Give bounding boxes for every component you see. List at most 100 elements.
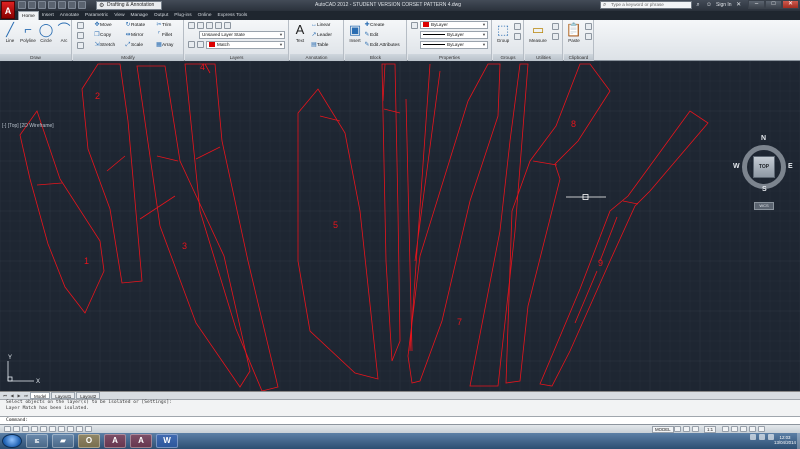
clipboard-panel-title[interactable]: Clipboard <box>564 54 593 61</box>
model-toggle[interactable]: MODEL <box>652 426 674 433</box>
isolate-objects-icon[interactable] <box>749 426 756 432</box>
qp-icon[interactable] <box>85 426 92 432</box>
taskbar-explorer[interactable]: ▰ <box>52 434 74 448</box>
lineweight-icon[interactable] <box>76 426 83 432</box>
leader-button[interactable]: ↗Leader <box>311 31 331 39</box>
group-button[interactable]: ⬚ Group <box>494 22 512 43</box>
linear-dim-button[interactable]: ↔Linear <box>311 21 330 29</box>
polar-icon[interactable] <box>31 426 38 432</box>
viewcube[interactable]: TOP N S E W <box>733 135 793 195</box>
tab-online[interactable]: Online <box>195 11 215 20</box>
create-block-button[interactable]: ✚Create <box>364 21 384 29</box>
cut-icon[interactable] <box>585 23 592 30</box>
save-icon[interactable] <box>38 1 46 9</box>
stretch-button[interactable]: ⇲Stretch <box>94 41 115 49</box>
copy-button[interactable]: ❐Copy <box>94 31 111 39</box>
sun-icon[interactable] <box>206 22 213 29</box>
linetype-dropdown[interactable]: ByLayer ▼ <box>420 41 488 49</box>
pattern-piece-7[interactable] <box>407 63 501 384</box>
edit-block-button[interactable]: ✎Edit <box>364 31 378 39</box>
array-button[interactable]: ▦Array <box>156 41 173 49</box>
pattern-piece-7b[interactable] <box>469 63 529 387</box>
taskbar-autocad-2[interactable]: A <box>130 434 152 448</box>
lineweight-dropdown[interactable]: ByLayer ▼ <box>420 31 488 39</box>
erase-icon[interactable] <box>77 22 84 29</box>
compass-west[interactable]: W <box>733 163 740 170</box>
insert-button[interactable]: ▣ Insert <box>346 22 364 43</box>
application-menu-button[interactable]: A <box>1 1 15 19</box>
tab-plug-ins[interactable]: Plug-ins <box>171 11 194 20</box>
pattern-piece-3[interactable] <box>136 65 251 388</box>
clean-screen-icon[interactable] <box>758 426 765 432</box>
start-button[interactable] <box>2 434 22 448</box>
polyline-button[interactable]: ⌐ Polyline <box>19 22 37 43</box>
search-input[interactable]: ⌕ Type a keyword or phrase <box>600 1 692 9</box>
measure-button[interactable]: ▭ Measure <box>527 22 549 43</box>
tab-layout1[interactable]: Layout1 <box>51 392 76 399</box>
annotation-visibility-icon[interactable] <box>722 426 729 432</box>
taskbar-autocad-1[interactable]: A <box>104 434 126 448</box>
drawing-canvas[interactable]: 1 2 3 4 5 7 8 9 Y X [-] [Top] [2D Wireframe] TO… <box>0 61 800 391</box>
offset-icon[interactable] <box>77 42 84 49</box>
network-icon[interactable] <box>750 434 756 440</box>
arc-button[interactable]: ⌒ Arc <box>55 22 73 43</box>
exchange-icon[interactable]: ✕ <box>735 1 743 9</box>
mirror-button[interactable]: ⇹Mirror <box>125 31 143 39</box>
osnap-icon[interactable] <box>40 426 47 432</box>
redo-icon[interactable] <box>78 1 86 9</box>
volume-icon[interactable] <box>759 434 765 440</box>
table-button[interactable]: ▤Table <box>311 41 328 49</box>
pattern-piece-8[interactable] <box>505 63 611 384</box>
trim-button[interactable]: ✂Trim <box>156 21 171 29</box>
snap-icon[interactable] <box>4 426 11 432</box>
rotate-button[interactable]: ↻Rotate <box>125 21 145 29</box>
pattern-piece-9[interactable] <box>539 110 709 387</box>
ducs-icon[interactable] <box>58 426 65 432</box>
close-button[interactable]: ✕ <box>782 0 799 9</box>
layer-properties-icon[interactable] <box>188 22 195 29</box>
layers-panel-title[interactable]: Layers <box>185 54 288 61</box>
compass-north[interactable]: N <box>761 135 766 142</box>
pattern-piece-4[interactable] <box>184 63 279 391</box>
tab-parametric[interactable]: Parametric <box>82 11 111 20</box>
edit-attributes-button[interactable]: ✎Edit Attributes <box>364 41 399 49</box>
utilities-panel-title[interactable]: Utilities <box>525 54 562 61</box>
modify-panel-title[interactable]: Modify <box>73 54 183 61</box>
paste-button[interactable]: 📋 Paste <box>565 22 583 43</box>
taskbar-ie[interactable]: IE <box>26 434 48 448</box>
dyn-icon[interactable] <box>67 426 74 432</box>
search-icon[interactable]: ⌕ <box>694 1 702 9</box>
circle-button[interactable]: ◯ Circle <box>37 22 55 43</box>
model-space[interactable]: 1 2 3 4 5 7 8 9 Y X <box>0 61 800 391</box>
zoom-icon[interactable] <box>692 426 699 432</box>
open-icon[interactable] <box>28 1 36 9</box>
taskbar-word[interactable]: W <box>156 434 178 448</box>
properties-panel-title[interactable]: Properties <box>408 54 491 61</box>
next-tab-icon[interactable]: ▶ <box>16 393 22 399</box>
move-button[interactable]: ✥Move <box>94 21 111 29</box>
tab-view[interactable]: View <box>111 11 127 20</box>
ungroup-icon[interactable] <box>514 23 521 30</box>
undo-icon[interactable] <box>68 1 76 9</box>
first-tab-icon[interactable]: ⏮ <box>2 393 8 399</box>
text-button[interactable]: A Text <box>291 22 309 43</box>
wcs-menu[interactable]: WCS <box>754 202 774 210</box>
grid-icon[interactable] <box>13 426 20 432</box>
calculator-icon[interactable] <box>552 33 559 40</box>
tab-insert[interactable]: Insert <box>39 11 57 20</box>
lock-icon[interactable] <box>215 22 222 29</box>
lightbulb-icon[interactable] <box>197 22 204 29</box>
taskbar-outlook[interactable]: O <box>78 434 100 448</box>
tab-home[interactable]: Home <box>18 11 39 20</box>
new-icon[interactable] <box>18 1 26 9</box>
pan-icon[interactable] <box>683 426 690 432</box>
line-button[interactable]: ╱ Line <box>1 22 19 43</box>
tab-layout2[interactable]: Layout2 <box>76 392 101 399</box>
minimize-button[interactable]: – <box>748 0 765 9</box>
layer-color-icon[interactable] <box>224 22 231 29</box>
lock-ui-icon[interactable] <box>740 426 747 432</box>
compass-south[interactable]: S <box>762 186 767 193</box>
layout-icon[interactable] <box>674 426 681 432</box>
save-as-icon[interactable] <box>48 1 56 9</box>
layer-isolate-icon[interactable] <box>197 41 204 48</box>
